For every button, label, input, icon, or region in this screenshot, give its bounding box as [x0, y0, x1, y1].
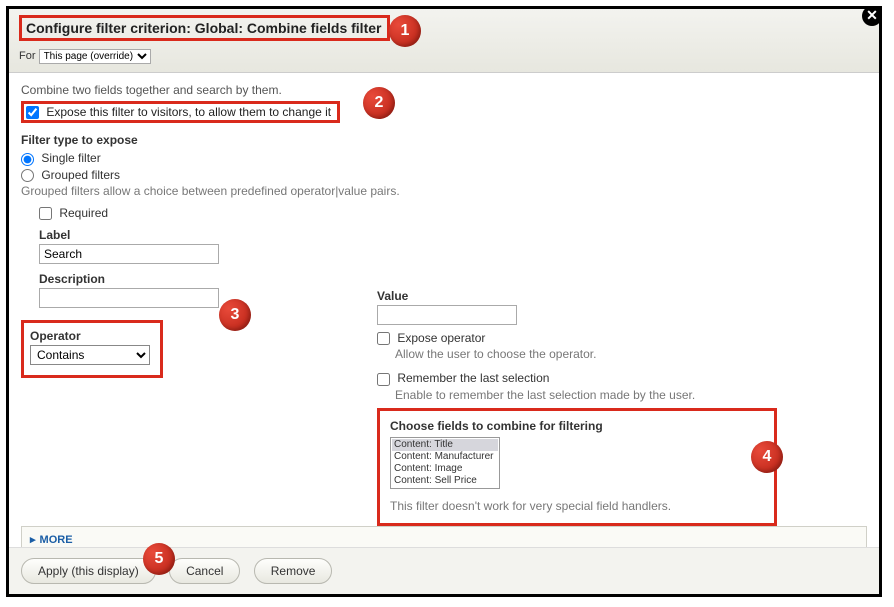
grouped-help: Grouped filters allow a choice between p…: [21, 184, 867, 198]
annotation-badge-1: 1: [389, 15, 421, 47]
for-row: For This page (override): [19, 49, 869, 64]
field-option[interactable]: Content: Sell Price: [392, 475, 498, 487]
label-input[interactable]: [39, 244, 219, 264]
single-filter-radio[interactable]: [21, 153, 34, 166]
choose-fields-listbox[interactable]: Content: Title Content: Manufacturer Con…: [390, 437, 500, 489]
for-select[interactable]: This page (override): [39, 49, 151, 64]
annotation-badge-2: 2: [363, 87, 395, 119]
dialog-footer: Apply (this display) Cancel Remove: [9, 547, 879, 594]
close-icon[interactable]: ✕: [862, 6, 882, 26]
dialog-body: Combine two fields together and search b…: [9, 73, 879, 553]
label-field-label: Label: [39, 228, 867, 242]
field-option[interactable]: Content: Image: [392, 463, 498, 475]
annotation-badge-3: 3: [219, 299, 251, 331]
dialog-title: Configure filter criterion: Global: Comb…: [26, 20, 381, 36]
operator-label: Operator: [30, 329, 150, 343]
choose-fields-heading: Choose fields to combine for filtering: [390, 419, 764, 433]
choose-fields-help: This filter doesn't work for very specia…: [390, 499, 764, 513]
dialog-header: Configure filter criterion: Global: Comb…: [9, 9, 879, 73]
operator-select[interactable]: Contains: [30, 345, 150, 365]
filter-type-heading: Filter type to expose: [21, 133, 867, 147]
grouped-filters-label: Grouped filters: [41, 168, 120, 182]
single-filter-label: Single filter: [41, 151, 100, 165]
dialog: ✕ 1 2 3 4 5 Configure filter criterion: …: [6, 6, 882, 597]
expose-operator-checkbox[interactable]: [377, 332, 390, 345]
apply-button[interactable]: Apply (this display): [21, 558, 156, 584]
description-field-label: Description: [39, 272, 867, 286]
remember-label: Remember the last selection: [397, 371, 549, 385]
intro-text: Combine two fields together and search b…: [21, 83, 867, 97]
triangle-right-icon: ▸: [30, 534, 36, 546]
remember-help: Enable to remember the last selection ma…: [395, 388, 777, 402]
annotation-badge-4: 4: [751, 441, 783, 473]
for-label: For: [19, 50, 36, 62]
grouped-filters-radio[interactable]: [21, 169, 34, 182]
right-column: Value Expose operator Allow the user to …: [377, 289, 777, 526]
choose-fields-highlight: Choose fields to combine for filtering C…: [377, 408, 777, 526]
remember-checkbox[interactable]: [377, 373, 390, 386]
expose-operator-label: Expose operator: [397, 331, 485, 345]
description-input[interactable]: [39, 288, 219, 308]
field-option[interactable]: Content: Title: [392, 439, 498, 451]
value-input[interactable]: [377, 305, 517, 325]
required-label: Required: [59, 206, 108, 220]
remove-button[interactable]: Remove: [254, 558, 333, 584]
value-label: Value: [377, 289, 777, 303]
title-highlight: Configure filter criterion: Global: Comb…: [19, 15, 390, 41]
expose-filter-row: Expose this filter to visitors, to allow…: [21, 101, 340, 123]
cancel-button[interactable]: Cancel: [169, 558, 240, 584]
annotation-badge-5: 5: [143, 543, 175, 575]
field-option[interactable]: Content: Manufacturer: [392, 451, 498, 463]
expose-filter-checkbox[interactable]: [26, 106, 39, 119]
more-label: MORE: [40, 534, 73, 546]
required-checkbox[interactable]: [39, 207, 52, 220]
expose-operator-help: Allow the user to choose the operator.: [395, 347, 777, 361]
expose-filter-label: Expose this filter to visitors, to allow…: [46, 105, 331, 119]
operator-highlight: Operator Contains: [21, 320, 163, 378]
